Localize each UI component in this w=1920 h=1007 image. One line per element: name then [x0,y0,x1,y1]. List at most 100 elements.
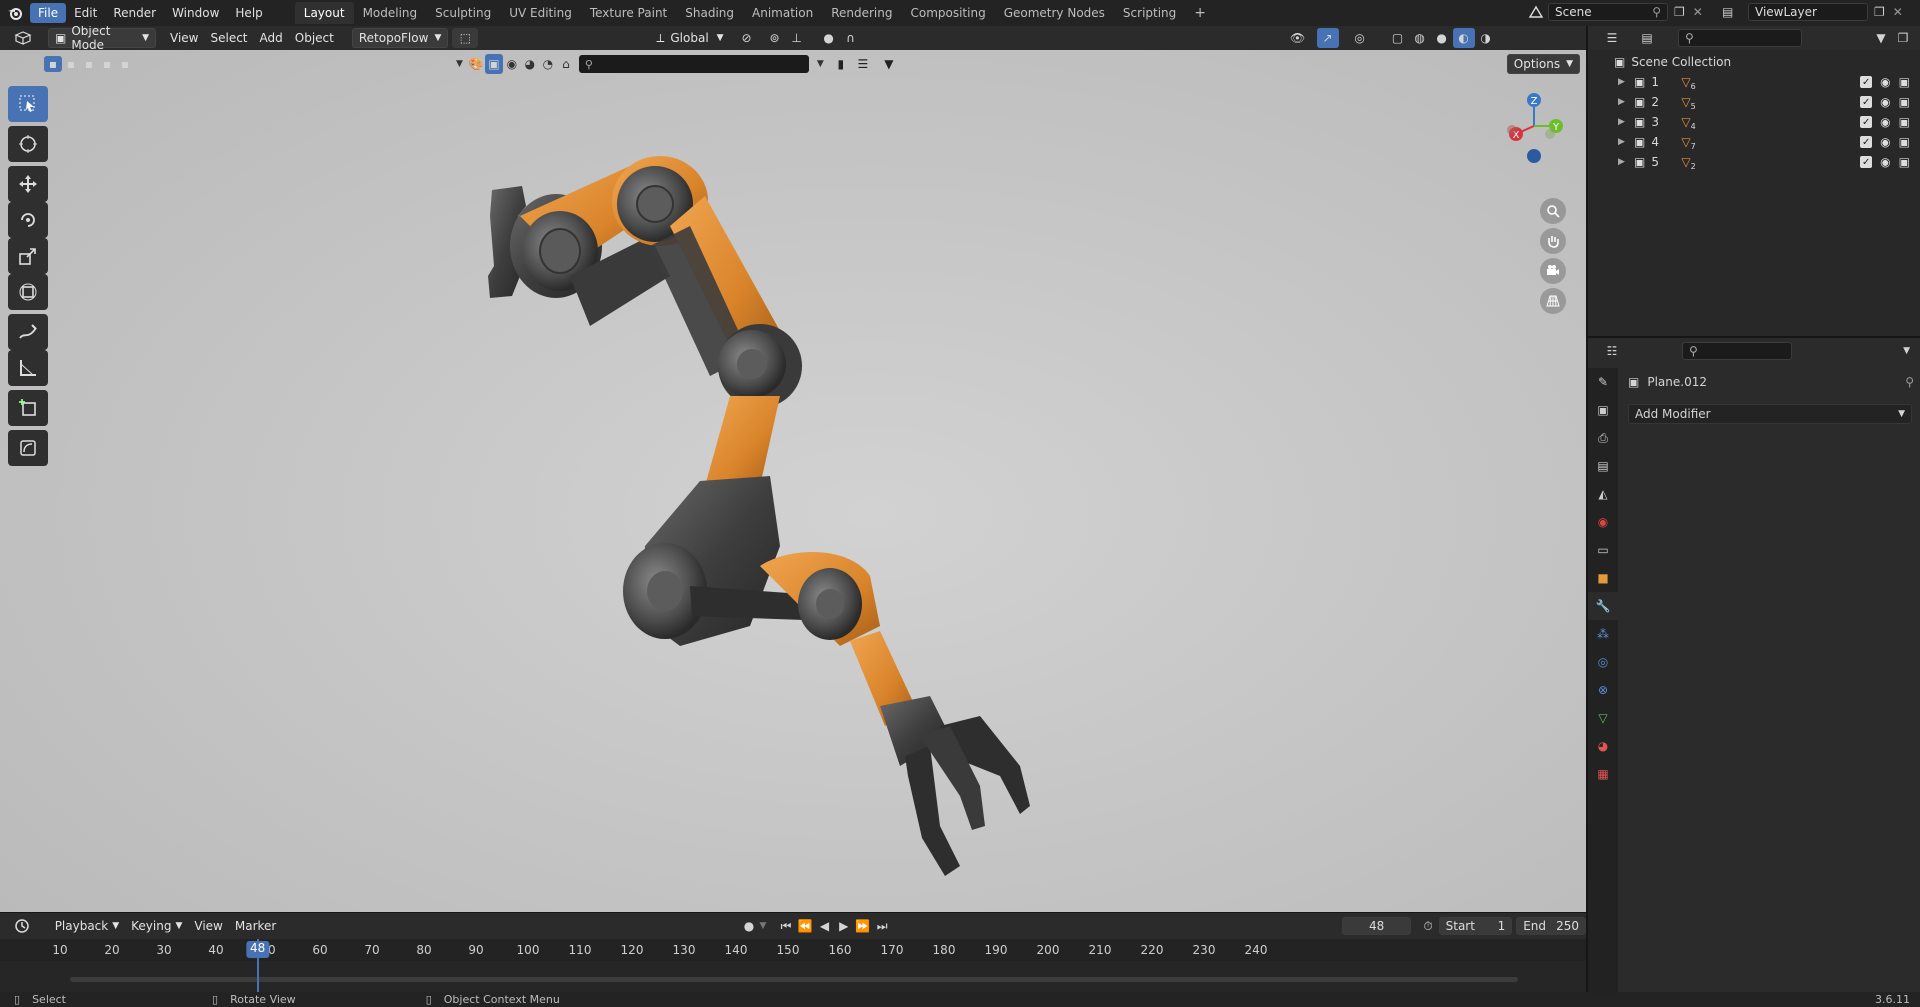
tab-rendering[interactable]: Rendering [822,2,901,24]
menu-file[interactable]: File [30,3,67,23]
constraints-tab-icon[interactable]: ⊗ [1588,676,1618,704]
camera-view-icon[interactable] [1540,258,1566,284]
timeline-ruler[interactable]: 1020304050607080901001101201301401501601… [0,939,1586,961]
expand-arrow-icon[interactable]: ▶ [1618,157,1632,167]
rotate-tool[interactable] [8,202,48,238]
menu-playback[interactable]: Playback ▼ [49,916,125,936]
transform-tool[interactable] [8,274,48,310]
snap-target-icon[interactable]: ⊥ [786,28,808,48]
scale-tool[interactable] [8,238,48,274]
list-view-icon[interactable]: ☰ [850,54,876,74]
outliner-row[interactable]: ▶ ▣ 1 ▽ 6 ✓ ◉ ▣ [1588,72,1920,92]
options-button[interactable]: Options ▼ [1506,54,1580,74]
delete-view-layer-icon[interactable]: ✕ [1893,5,1903,19]
expand-arrow-icon[interactable]: ▶ [1618,97,1632,107]
modifier-tab-icon[interactable]: 🔧 [1588,592,1618,620]
eye-icon[interactable]: ◉ [1880,135,1890,149]
play-icon[interactable]: ▶ [834,916,853,936]
mode-selector[interactable]: ▣ Object Mode ▼ [48,26,156,52]
filter-icon[interactable]: ▼ [876,54,902,74]
pan-hand-icon[interactable] [1540,228,1566,254]
viewport-search-input[interactable]: ⚲ [578,55,809,73]
current-frame-field[interactable]: 48 [1341,917,1412,935]
measure-tool[interactable] [8,350,48,386]
checkbox-icon[interactable]: ✓ [1860,136,1873,148]
view-layer-tab-icon[interactable]: ▤ [1588,452,1618,480]
view-layer-field[interactable]: ViewLayer [1748,3,1868,21]
select-box-new-icon[interactable]: ▪ [44,56,62,72]
outliner-row[interactable]: ▶ ▣ 3 ▽ 4 ✓ ◉ ▣ [1588,112,1920,132]
tab-uv-editing[interactable]: UV Editing [500,2,581,24]
timeline-scrollbar[interactable] [70,977,1518,982]
robot-arm-model[interactable] [460,126,1060,906]
menu-select[interactable]: Select [204,28,253,48]
timeline-editor-type-icon[interactable] [6,916,39,936]
3d-viewport[interactable]: ▣ Object Mode ▼ View Select Add Object R… [0,26,1586,912]
eye-icon[interactable]: ◉ [1880,95,1890,109]
texture-tab-icon[interactable]: ▦ [1588,760,1618,788]
select-box-subtract-icon[interactable]: ▪ [80,56,98,72]
select-box-invert-icon[interactable]: ▪ [98,56,116,72]
pin-icon[interactable]: ⚲ [1652,5,1661,19]
pin-icon[interactable]: ⚲ [1905,375,1914,389]
object-filter-icon[interactable]: ▣ [484,54,503,74]
material-tab-icon[interactable]: ◕ [1588,732,1618,760]
wireframe-shading-icon[interactable]: ◍ [1409,28,1431,48]
outliner-row[interactable]: ▶ ▣ 2 ▽ 5 ✓ ◉ ▣ [1588,92,1920,112]
outliner-row[interactable]: ▶ ▣ 5 ▽ 2 ✓ ◉ ▣ [1588,152,1920,172]
menu-help[interactable]: Help [227,3,270,23]
eye-icon[interactable]: ◉ [1880,155,1890,169]
scene-name-field[interactable]: Scene ⚲ [1548,3,1668,21]
solid-shading-icon[interactable]: ● [1431,28,1453,48]
outliner-row[interactable]: ▶ ▣ 4 ▽ 7 ✓ ◉ ▣ [1588,132,1920,152]
tab-texture-paint[interactable]: Texture Paint [581,2,676,24]
object-tab-icon[interactable]: ■ [1588,564,1618,592]
navigation-gizmo[interactable]: Z Y X [1496,86,1576,196]
timeline-track-area[interactable] [0,961,1586,993]
eye-icon[interactable]: ◉ [1880,75,1890,89]
camera-icon[interactable]: ▣ [1899,95,1910,109]
tab-scripting[interactable]: Scripting [1114,2,1185,24]
tab-compositing[interactable]: Compositing [901,2,994,24]
expand-arrow-icon[interactable]: ▶ [1618,117,1632,127]
overlay-toggle-icon[interactable]: ◎ [1349,28,1371,48]
scene-tab-icon[interactable]: ◭ [1588,480,1618,508]
pivot-point-icon[interactable]: ⊘ [736,28,758,48]
cursor-tool[interactable] [8,126,48,162]
retopoflow-menu[interactable]: RetopoFlow ▼ [351,28,449,48]
end-frame-field[interactable]: End 250 [1516,917,1586,935]
properties-editor-type-icon[interactable]: ☷ [1598,341,1626,361]
scene-collection-row[interactable]: ▣ Scene Collection [1588,52,1920,72]
prev-keyframe-icon[interactable]: ⏪ [796,916,815,936]
mesh-data-icon[interactable]: ▽ [1681,155,1690,169]
material-preview-shading-icon[interactable]: ◐ [1452,28,1475,48]
outliner-filter-icon[interactable]: ▼ [1870,28,1892,48]
retopoflow-option-icon[interactable]: ⬚ [452,28,479,48]
retopo-tool[interactable] [8,430,48,466]
menu-window[interactable]: Window [164,3,227,23]
record-keyframe-icon[interactable]: ● [738,916,759,936]
outliner-editor-type-icon[interactable]: ☰ [1598,28,1626,48]
physics-tab-icon[interactable]: ◎ [1588,648,1618,676]
new-scene-icon[interactable]: ❐ [1674,5,1685,19]
falloff-icon[interactable]: ∩ [840,28,862,48]
bookmark-icon[interactable]: ▮ [832,54,850,74]
menu-object[interactable]: Object [289,28,340,48]
visibility-icon[interactable]: 👁 [1287,28,1309,48]
menu-render[interactable]: Render [105,3,164,23]
checkbox-icon[interactable]: ✓ [1860,96,1873,108]
chevron-down-icon[interactable]: ▼ [817,59,824,69]
camera-filter-icon[interactable]: ⌂ [557,54,575,74]
sphere-filter-icon[interactable]: ◉ [503,54,521,74]
tool-tab-icon[interactable]: ✎ [1588,368,1618,396]
checkbox-icon[interactable]: ✓ [1860,116,1873,128]
add-cube-tool[interactable] [8,390,48,426]
select-box-tool[interactable] [8,86,48,122]
tab-modeling[interactable]: Modeling [354,2,427,24]
chevron-down-icon[interactable]: ▼ [1903,346,1910,356]
camera-icon[interactable]: ▣ [1899,115,1910,129]
render-tab-icon[interactable]: ▣ [1588,396,1618,424]
tab-shading[interactable]: Shading [676,2,743,24]
menu-marker[interactable]: Marker [229,916,282,936]
menu-keying[interactable]: Keying ▼ [125,916,188,936]
